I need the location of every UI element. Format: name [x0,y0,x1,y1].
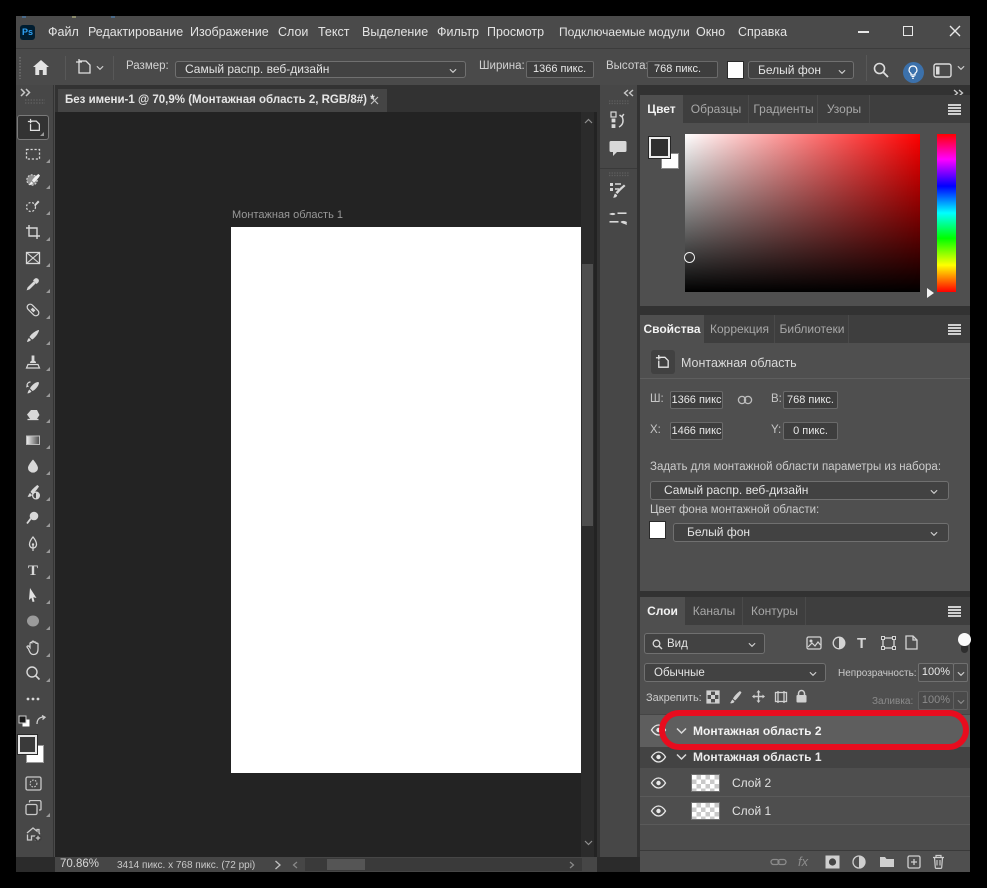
svg-text:T: T [28,563,38,578]
